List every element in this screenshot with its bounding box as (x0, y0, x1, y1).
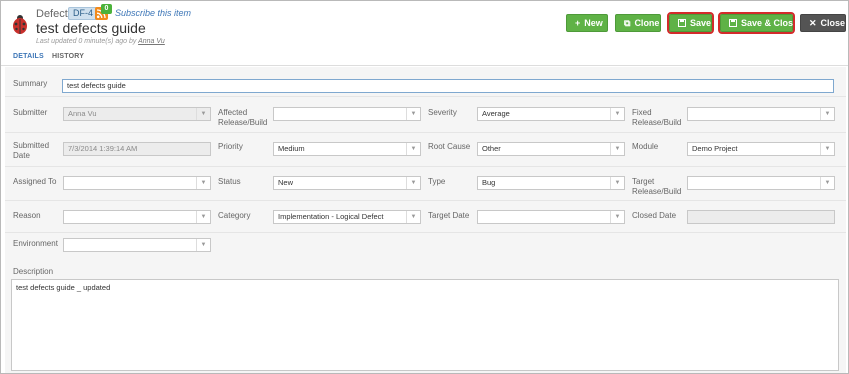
close-button[interactable]: ✕ Close (800, 14, 846, 32)
chevron-down-icon: ▼ (406, 177, 420, 189)
form-row-summary: Summary test defects guide (5, 67, 846, 97)
submitter-value: Anna Vu (68, 109, 97, 118)
description-textarea[interactable]: test defects guide _ updated (11, 279, 839, 371)
clone-icon: ⧉ (624, 18, 631, 28)
fixed-release-label: Fixed Release/Build (632, 108, 682, 127)
closed-date-label: Closed Date (632, 211, 677, 220)
chevron-down-icon: ▼ (610, 108, 624, 120)
form-row-2: Submitted Date 7/3/2014 1:39:14 AM Prior… (5, 133, 846, 167)
form-row-3: Assigned To ▼ Status New ▼ Type Bug ▼ Targ… (5, 167, 846, 201)
root-cause-label: Root Cause (428, 142, 471, 151)
root-cause-value: Other (482, 144, 501, 153)
type-value: Bug (482, 178, 496, 187)
defect-form: Summary test defects guide Submitter Ann… (5, 67, 846, 373)
subscribe-link[interactable]: Subscribe this item (115, 8, 191, 18)
close-icon: ✕ (809, 18, 817, 28)
chevron-down-icon: ▼ (610, 211, 624, 223)
clone-button-label: Clone (634, 18, 660, 28)
environment-label: Environment (13, 239, 58, 248)
reason-select[interactable]: ▼ (63, 210, 211, 224)
assigned-to-label: Assigned To (13, 177, 57, 186)
module-label: Module (632, 142, 659, 151)
new-button[interactable]: + New (566, 14, 608, 32)
plus-icon: + (575, 18, 581, 28)
header: Defect DF-4 0 Subscribe this item test d… (1, 1, 848, 49)
chevron-down-icon: ▼ (820, 108, 834, 120)
chevron-down-icon: ▼ (406, 143, 420, 155)
target-date-select[interactable]: ▼ (477, 210, 625, 224)
affected-release-select[interactable]: ▼ (273, 107, 421, 121)
submitted-date-label: Submitted Date (13, 141, 50, 160)
chevron-down-icon: ▼ (610, 177, 624, 189)
description-label: Description (13, 267, 54, 276)
close-button-label: Close (820, 18, 846, 28)
target-date-label: Target Date (428, 211, 470, 220)
tab-bar: DETAILS HISTORY (1, 49, 848, 66)
last-updated-text: Last updated 0 minute(s) ago by Anna Vu (36, 38, 165, 45)
page-title: test defects guide (36, 20, 146, 36)
save-button-label: Save (690, 18, 712, 28)
summary-label: Summary (13, 79, 48, 88)
tab-details[interactable]: DETAILS (13, 53, 44, 60)
category-select[interactable]: Implementation - Logical Defect ▼ (273, 210, 421, 224)
status-select[interactable]: New ▼ (273, 176, 421, 190)
form-row-4: Reason ▼ Category Implementation - Logic… (5, 201, 846, 233)
defect-window: Defect DF-4 0 Subscribe this item test d… (0, 0, 849, 374)
root-cause-select[interactable]: Other ▼ (477, 142, 625, 156)
module-value: Demo Project (692, 144, 738, 153)
new-button-label: New (584, 18, 603, 28)
priority-select[interactable]: Medium ▼ (273, 142, 421, 156)
module-select[interactable]: Demo Project ▼ (687, 142, 835, 156)
type-select[interactable]: Bug ▼ (477, 176, 625, 190)
fixed-release-select[interactable]: ▼ (687, 107, 835, 121)
entity-type-label: Defect (36, 8, 68, 20)
save-and-close-button-label: Save & Close (741, 18, 799, 28)
tab-history[interactable]: HISTORY (52, 53, 84, 60)
save-button[interactable]: Save (667, 12, 714, 34)
floppy-disk-icon (729, 19, 737, 27)
submitted-date-field: 7/3/2014 1:39:14 AM (63, 142, 211, 156)
save-and-close-button[interactable]: Save & Close (718, 12, 798, 34)
priority-label: Priority (218, 142, 243, 151)
summary-input[interactable]: test defects guide (62, 79, 834, 93)
chevron-down-icon: ▼ (196, 239, 210, 251)
subscriber-count-badge: 0 (101, 4, 112, 14)
ladybug-icon (13, 15, 27, 34)
assigned-to-select[interactable]: ▼ (63, 176, 211, 190)
chevron-down-icon: ▼ (406, 211, 420, 223)
closed-date-field (687, 210, 835, 224)
chevron-down-icon: ▼ (610, 143, 624, 155)
target-release-label: Target Release/Build (632, 177, 682, 196)
chevron-down-icon: ▼ (196, 177, 210, 189)
affected-release-label: Affected Release/Build (218, 108, 268, 127)
environment-select[interactable]: ▼ (63, 238, 211, 252)
chevron-down-icon: ▼ (196, 211, 210, 223)
last-updated-prefix: Last updated 0 minute(s) ago by (36, 38, 139, 45)
form-row-5: Environment ▼ (5, 233, 846, 259)
chevron-down-icon: ▼ (196, 108, 210, 120)
severity-select[interactable]: Average ▼ (477, 107, 625, 121)
status-label: Status (218, 177, 241, 186)
chevron-down-icon: ▼ (406, 108, 420, 120)
priority-value: Medium (278, 144, 305, 153)
severity-value: Average (482, 109, 510, 118)
id-badge: DF-4 (68, 7, 98, 20)
type-label: Type (428, 177, 446, 186)
form-row-1: Submitter Anna Vu ▼ Affected Release/Buil… (5, 97, 846, 133)
submitter-label: Submitter (13, 108, 48, 117)
submitter-select: Anna Vu ▼ (63, 107, 211, 121)
category-label: Category (218, 211, 251, 220)
last-updated-user-link[interactable]: Anna Vu (138, 38, 165, 45)
status-value: New (278, 178, 294, 187)
reason-label: Reason (13, 211, 41, 220)
clone-button[interactable]: ⧉ Clone (615, 14, 661, 32)
severity-label: Severity (428, 108, 457, 117)
chevron-down-icon: ▼ (820, 177, 834, 189)
chevron-down-icon: ▼ (820, 143, 834, 155)
target-release-select[interactable]: ▼ (687, 176, 835, 190)
category-value: Implementation - Logical Defect (278, 212, 384, 221)
floppy-disk-icon (678, 19, 686, 27)
